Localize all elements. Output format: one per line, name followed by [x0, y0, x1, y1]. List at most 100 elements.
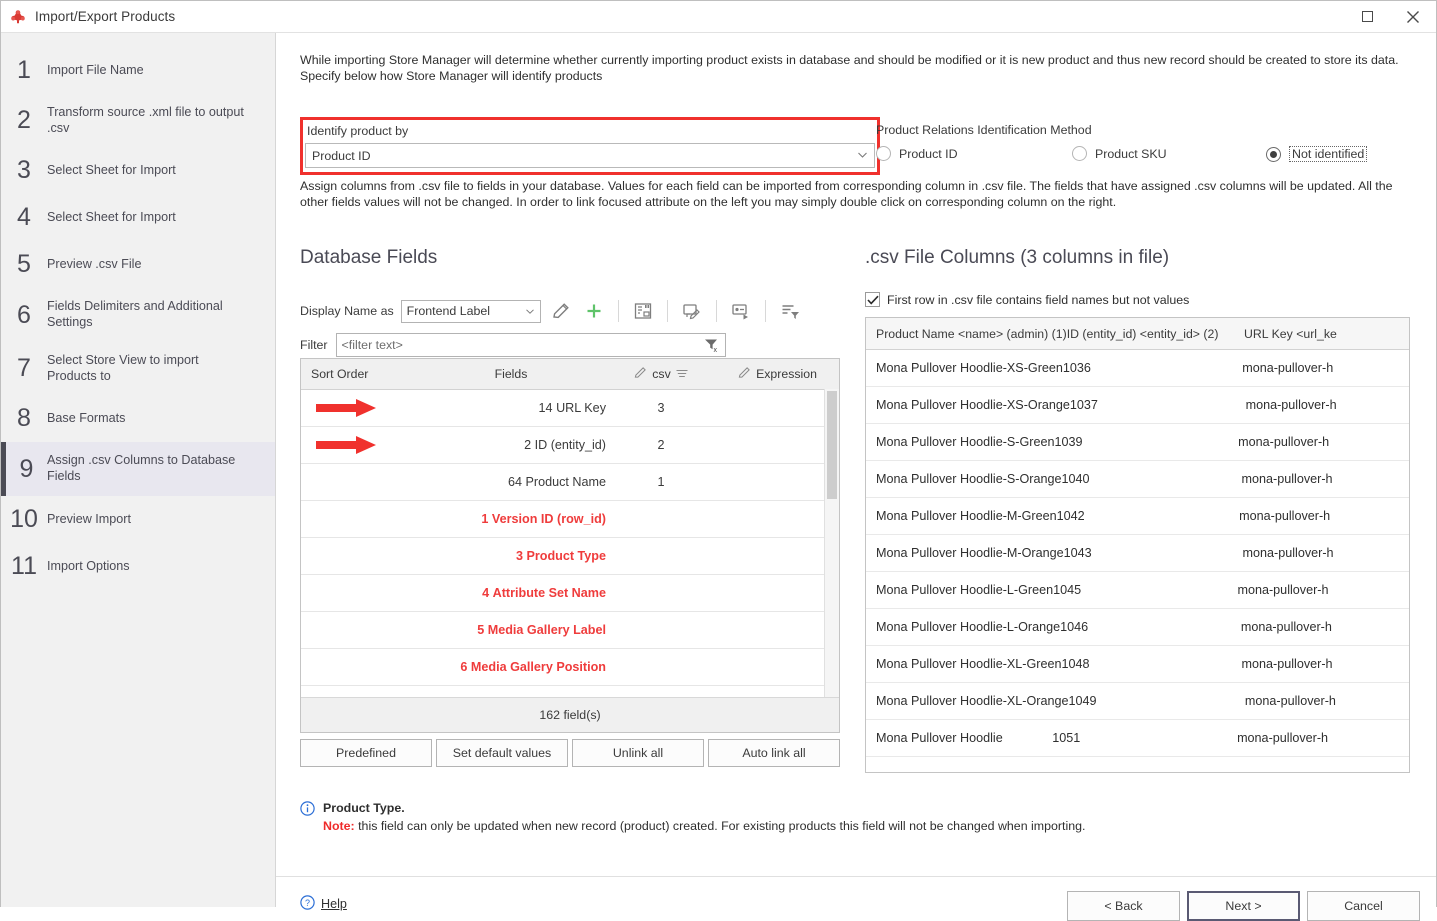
radio-circle-icon — [1072, 146, 1087, 161]
wizard-steps-sidebar: 1 Import File Name 2 Transform source .xml… — [1, 33, 276, 907]
sidebar-step-1[interactable]: 1 Import File Name — [1, 47, 275, 94]
csv-columns-title: .csv File Columns (3 columns in file) — [865, 247, 1170, 268]
column-header-sort-order[interactable]: Sort Order — [301, 367, 416, 381]
note-title: Product Type. — [323, 801, 405, 815]
csv-table-row[interactable]: Mona Pullover Hoodlie-L-Orange 1046 mona-p… — [866, 609, 1409, 646]
csv-column-header-product-name[interactable]: Product Name <name> (admin) (1) — [866, 327, 1067, 341]
sidebar-step-5[interactable]: 5 Preview .csv File — [1, 241, 275, 288]
note-text-wrap: Product Type. Note: this field can only … — [323, 800, 1085, 836]
sidebar-step-11[interactable]: 11 Import Options — [1, 543, 275, 590]
fields-grid-scrollbar[interactable] — [824, 389, 839, 698]
sidebar-step-7[interactable]: 7 Select Store View to import Products to — [1, 342, 275, 395]
csv-table-row[interactable]: Mona Pullover Hoodlie-XS-Green 1036 mona-p… — [866, 350, 1409, 387]
filter-input[interactable]: <filter text> x — [335, 333, 726, 357]
help-link[interactable]: ? Help — [300, 895, 347, 913]
step-number: 9 — [19, 454, 34, 483]
step-number: 8 — [17, 404, 31, 433]
cell-url-key: mona-pullover-h — [1239, 509, 1331, 523]
scrollbar-thumb[interactable] — [827, 391, 837, 499]
row-sort-and-field: 6 Media Gallery Position — [301, 660, 606, 674]
sidebar-step-6[interactable]: 6 Fields Delimiters and Additional Settin… — [1, 288, 275, 341]
table-row[interactable]: 2 ID (entity_id) 2 — [301, 427, 839, 464]
cell-entity-id: 1036 — [1062, 361, 1091, 375]
column-header-fields[interactable]: Fields — [416, 367, 606, 381]
csv-table-row[interactable]: Mona Pullover Hoodlie-M-Orange 1043 mona-p… — [866, 535, 1409, 572]
radio-label: Product SKU — [1095, 146, 1167, 161]
intro-text: While importing Store Manager will deter… — [300, 53, 1399, 84]
window-title: Import/Export Products — [35, 9, 176, 24]
csv-table-row[interactable]: Mona Pullover Hoodlie-XL-Green 1048 mona-p… — [866, 646, 1409, 683]
red-arrow-marker-icon — [316, 435, 378, 455]
cell-product-name: Mona Pullover Hoodlie-XL-Green — [876, 657, 1062, 671]
help-label: Help — [321, 897, 347, 911]
link-field-icon[interactable] — [630, 299, 656, 323]
row-csv-value: 2 — [657, 438, 665, 452]
table-row[interactable]: 3 Product Type — [301, 538, 839, 575]
sidebar-step-3[interactable]: 3 Select Sheet for Import — [1, 147, 275, 194]
column-header-expression-label: Expression — [756, 367, 817, 381]
identify-product-dropdown[interactable]: Product ID — [305, 143, 875, 168]
database-fields-title: Database Fields — [300, 247, 438, 268]
sidebar-step-4[interactable]: 4 Select Sheet for Import — [1, 194, 275, 241]
column-header-expression[interactable]: Expression — [716, 366, 839, 382]
column-header-csv[interactable]: csv — [606, 366, 716, 382]
table-row[interactable]: 14 URL Key 3 — [301, 390, 839, 427]
radio-not-identified[interactable]: Not identified — [1266, 146, 1368, 162]
row-field-name: URL Key — [556, 401, 606, 415]
apply-mapping-icon[interactable] — [728, 299, 754, 323]
edit-mapping-icon[interactable] — [679, 299, 705, 323]
csv-column-header-url-key[interactable]: URL Key <url_ke — [1244, 327, 1409, 341]
clear-filter-icon[interactable]: x — [699, 333, 725, 357]
unlink-all-button[interactable]: Unlink all — [572, 739, 704, 767]
table-row[interactable]: 64 Product Name 1 — [301, 464, 839, 501]
cancel-button[interactable]: Cancel — [1307, 891, 1420, 921]
csv-columns-grid[interactable]: Product Name <name> (admin) (1) ID (enti… — [865, 317, 1410, 773]
edit-pencil-icon[interactable] — [548, 299, 574, 323]
next-button[interactable]: Next > — [1187, 891, 1300, 921]
set-default-values-button[interactable]: Set default values — [436, 739, 568, 767]
predefined-button[interactable]: Predefined — [300, 739, 432, 767]
toolbar-separator — [764, 300, 766, 322]
radio-product-sku[interactable]: Product SKU — [1072, 146, 1167, 161]
footer-buttons: < Back Next > Cancel — [1067, 891, 1420, 921]
product-relations-radio-group: Product ID Product SKU Not identified — [876, 144, 1436, 168]
toolbar-separator — [715, 300, 717, 322]
radio-product-id[interactable]: Product ID — [876, 146, 958, 161]
csv-table-row[interactable]: Mona Pullover Hoodlie-XS-Orange 1037 mona-… — [866, 387, 1409, 424]
csv-column-header-entity-id[interactable]: ID (entity_id) <entity_id> (2) — [1067, 327, 1244, 341]
database-fields-grid[interactable]: Sort Order Fields csv Expression 14 URL … — [300, 358, 840, 733]
svg-text:x: x — [713, 347, 717, 354]
table-row[interactable]: 6 Media Gallery Position — [301, 649, 839, 686]
csv-table-row[interactable]: Mona Pullover Hoodlie-M-Green 1042 mona-pu… — [866, 498, 1409, 535]
sidebar-step-2[interactable]: 2 Transform source .xml file to output .c… — [1, 94, 275, 147]
display-name-dropdown[interactable]: Frontend Label — [400, 299, 541, 323]
csv-table-row[interactable]: Mona Pullover Hoodlie 1051 mona-pullover-h — [866, 720, 1409, 757]
csv-table-row[interactable]: Mona Pullover Hoodlie-L-Green 1045 mona-pu… — [866, 572, 1409, 609]
table-row[interactable]: 4 Attribute Set Name — [301, 575, 839, 612]
csv-table-row[interactable]: Mona Pullover Hoodlie-S-Orange 1040 mona-p… — [866, 461, 1409, 498]
sidebar-step-8[interactable]: 8 Base Formats — [1, 395, 275, 442]
cell-product-name: Mona Pullover Hoodlie-XS-Green — [876, 361, 1063, 375]
back-button[interactable]: < Back — [1067, 891, 1180, 921]
table-row[interactable]: 5 Media Gallery Label — [301, 612, 839, 649]
cell-product-name: Mona Pullover Hoodlie-S-Orange — [876, 472, 1062, 486]
table-row[interactable]: 1 Version ID (row_id) — [301, 501, 839, 538]
csv-table-row-empty[interactable] — [866, 757, 1409, 772]
close-icon[interactable] — [1390, 1, 1436, 32]
csv-table-row[interactable]: Mona Pullover Hoodlie-S-Green 1039 mona-pu… — [866, 424, 1409, 461]
cell-product-name: Mona Pullover Hoodlie-S-Green — [876, 435, 1055, 449]
step-label: Import Options — [47, 558, 130, 573]
auto-link-all-button[interactable]: Auto link all — [708, 739, 840, 767]
cell-entity-id: 1043 — [1063, 546, 1092, 560]
first-row-checkbox[interactable]: First row in .csv file contains field na… — [865, 292, 1189, 307]
sidebar-step-9[interactable]: 9 Assign .csv Columns to Database Fields — [1, 442, 275, 496]
sidebar-step-10[interactable]: 10 Preview Import — [1, 496, 275, 543]
column-header-csv-label: csv — [652, 367, 671, 381]
note-text: this field can only be updated when new … — [354, 818, 1086, 833]
pencil-icon — [738, 366, 751, 382]
add-plus-icon[interactable] — [581, 299, 607, 323]
sort-filter-icon[interactable] — [777, 299, 803, 323]
csv-table-row[interactable]: Mona Pullover Hoodlie-XL-Orange 1049 mona-… — [866, 683, 1409, 720]
maximize-icon[interactable] — [1344, 1, 1390, 32]
step-number: 1 — [17, 56, 31, 84]
